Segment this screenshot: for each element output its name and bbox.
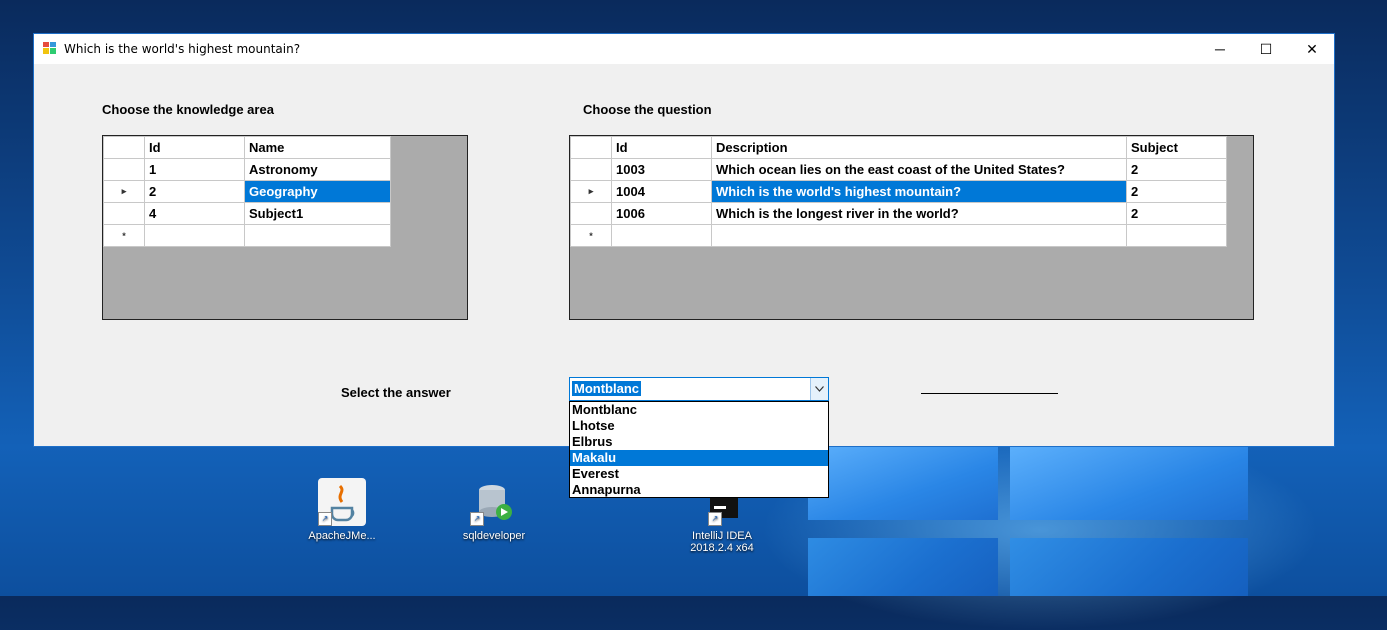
table-row[interactable]: 1006 Which is the longest river in the w… xyxy=(570,202,1227,225)
row-header[interactable] xyxy=(570,158,612,181)
answer-dropdown-list[interactable]: Montblanc Lhotse Elbrus Makalu Everest A… xyxy=(569,401,829,498)
dropdown-option[interactable]: Montblanc xyxy=(570,402,828,418)
row-header[interactable] xyxy=(103,158,145,181)
new-row-marker-icon[interactable]: * xyxy=(103,224,145,247)
cell-description[interactable]: Which is the longest river in the world? xyxy=(711,202,1127,225)
shortcut-arrow-icon: ↗ xyxy=(470,512,484,526)
cell-id[interactable]: 4 xyxy=(144,202,245,225)
question-table: Id Description Subject 1003 Which ocean … xyxy=(570,136,1227,247)
row-header-corner xyxy=(103,136,145,159)
chevron-down-icon[interactable] xyxy=(810,378,828,400)
database-icon: ↗ xyxy=(470,478,518,526)
cell-description[interactable]: Which ocean lies on the east coast of th… xyxy=(711,158,1127,181)
desktop-icon-sqldeveloper[interactable]: ↗ sqldeveloper xyxy=(449,478,539,542)
cell-name[interactable]: Geography xyxy=(244,180,391,203)
knowledge-grid[interactable]: Id Name 1 Astronomy ▸ 2 Geography 4 Subj… xyxy=(102,135,468,320)
title-bar[interactable]: Which is the world's highest mountain? ─… xyxy=(34,34,1334,64)
dropdown-option[interactable]: Elbrus xyxy=(570,434,828,450)
table-header-row: Id Description Subject xyxy=(570,136,1227,159)
answer-combobox[interactable]: Montblanc xyxy=(569,377,829,401)
table-row-selected[interactable]: ▸ 2 Geography xyxy=(103,180,391,203)
table-row-selected[interactable]: ▸ 1004 Which is the world's highest moun… xyxy=(570,180,1227,203)
table-row[interactable]: 4 Subject1 xyxy=(103,202,391,225)
column-header-description[interactable]: Description xyxy=(711,136,1127,159)
dropdown-option[interactable]: Annapurna xyxy=(570,482,828,498)
close-button[interactable]: ✕ xyxy=(1289,34,1335,64)
windows-logo-pane-3 xyxy=(808,538,998,596)
column-header-id[interactable]: Id xyxy=(611,136,712,159)
knowledge-area-label: Choose the knowledge area xyxy=(102,102,274,117)
column-header-subject[interactable]: Subject xyxy=(1126,136,1227,159)
row-header[interactable] xyxy=(103,202,145,225)
answer-result-line xyxy=(921,393,1058,394)
new-row[interactable]: * xyxy=(570,224,1227,247)
knowledge-table: Id Name 1 Astronomy ▸ 2 Geography 4 Subj… xyxy=(103,136,391,247)
desktop-icon-jmeter[interactable]: ↗ ApacheJMe... xyxy=(297,478,387,542)
new-row-marker-icon[interactable]: * xyxy=(570,224,612,247)
java-icon: ↗ xyxy=(318,478,366,526)
table-header-row: Id Name xyxy=(103,136,391,159)
cell-id[interactable]: 1 xyxy=(144,158,245,181)
windows-logo-pane-2 xyxy=(1010,447,1248,520)
cell-id[interactable]: 1003 xyxy=(611,158,712,181)
app-icon xyxy=(43,42,56,54)
dropdown-option[interactable]: Lhotse xyxy=(570,418,828,434)
dropdown-option-highlighted[interactable]: Makalu xyxy=(570,450,828,466)
new-row[interactable]: * xyxy=(103,224,391,247)
cell-subject[interactable]: 2 xyxy=(1126,180,1227,203)
window-title: Which is the world's highest mountain? xyxy=(64,42,301,56)
cell-subject-new[interactable] xyxy=(1126,224,1227,247)
cell-name[interactable]: Astronomy xyxy=(244,158,391,181)
desktop-icon-label: sqldeveloper xyxy=(462,530,526,542)
question-grid[interactable]: Id Description Subject 1003 Which ocean … xyxy=(569,135,1254,320)
cell-subject[interactable]: 2 xyxy=(1126,202,1227,225)
answer-combobox-value[interactable]: Montblanc xyxy=(572,381,641,396)
desktop-icon-label-line1: IntelliJ IDEA xyxy=(692,530,752,542)
row-header[interactable] xyxy=(570,202,612,225)
minimize-button[interactable]: ─ xyxy=(1197,34,1243,64)
cell-id[interactable]: 1004 xyxy=(611,180,712,203)
shortcut-arrow-icon: ↗ xyxy=(318,512,332,526)
shortcut-arrow-icon: ↗ xyxy=(708,512,722,526)
cell-id[interactable]: 1006 xyxy=(611,202,712,225)
table-row[interactable]: 1 Astronomy xyxy=(103,158,391,181)
current-row-marker-icon[interactable]: ▸ xyxy=(570,180,612,203)
app-window: Which is the world's highest mountain? ─… xyxy=(33,33,1335,447)
desktop-icon-label: ApacheJMe... xyxy=(308,530,376,542)
windows-logo-pane-4 xyxy=(1010,538,1248,596)
cell-id[interactable]: 2 xyxy=(144,180,245,203)
desktop-icon-label-line2: 2018.2.4 x64 xyxy=(690,542,754,554)
column-header-name[interactable]: Name xyxy=(244,136,391,159)
dropdown-option[interactable]: Everest xyxy=(570,466,828,482)
cell-description[interactable]: Which is the world's highest mountain? xyxy=(711,180,1127,203)
cell-name[interactable]: Subject1 xyxy=(244,202,391,225)
table-row[interactable]: 1003 Which ocean lies on the east coast … xyxy=(570,158,1227,181)
select-answer-label: Select the answer xyxy=(341,385,451,400)
cell-subject[interactable]: 2 xyxy=(1126,158,1227,181)
column-header-id[interactable]: Id xyxy=(144,136,245,159)
windows-logo-pane-1 xyxy=(808,447,998,520)
question-label: Choose the question xyxy=(583,102,712,117)
cell-description-new[interactable] xyxy=(711,224,1127,247)
row-header-corner xyxy=(570,136,612,159)
cell-id-new[interactable] xyxy=(144,224,245,247)
current-row-marker-icon[interactable]: ▸ xyxy=(103,180,145,203)
maximize-button[interactable]: ☐ xyxy=(1243,34,1289,64)
cell-name-new[interactable] xyxy=(244,224,391,247)
cell-id-new[interactable] xyxy=(611,224,712,247)
